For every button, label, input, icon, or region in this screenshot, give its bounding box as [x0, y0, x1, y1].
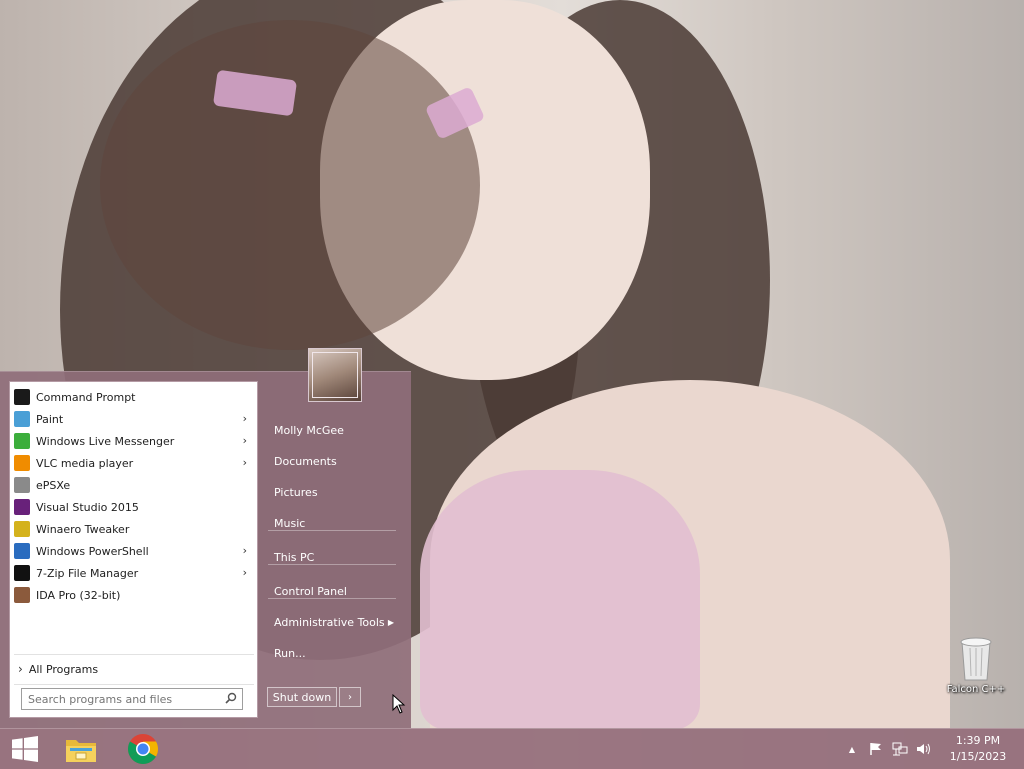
clock-time: 1:39 PM [955, 734, 1001, 747]
search-icon[interactable] [225, 692, 237, 704]
chevron-right-icon: › [242, 434, 247, 447]
program-item[interactable]: Paint › [10, 408, 257, 430]
flag-icon [870, 743, 881, 755]
start-link-item[interactable]: Music [268, 511, 398, 535]
shutdown-options-button[interactable]: › [339, 687, 361, 707]
start-link-label: Documents [274, 454, 337, 468]
program-label: Visual Studio 2015 [36, 500, 139, 514]
chevron-right-icon: › [242, 544, 247, 557]
tray-overflow-button[interactable]: ▲ [844, 729, 860, 769]
divider [14, 654, 254, 655]
chevron-right-icon: › [18, 662, 23, 676]
program-item[interactable]: Windows PowerShell › [10, 540, 257, 562]
program-item[interactable]: ePSXe [10, 474, 257, 496]
vlc-icon [14, 455, 30, 471]
start-link-item[interactable]: Control Panel [268, 579, 398, 603]
start-link-label: This PC [274, 550, 315, 564]
paint-icon [14, 411, 30, 427]
7zip-icon [14, 565, 30, 581]
start-menu-programs-pane: Command Prompt Paint › Windows Live Messeng… [9, 381, 258, 718]
start-link-label: Run... [274, 646, 306, 660]
taskbar-chrome[interactable] [121, 731, 165, 767]
epsxe-icon [14, 477, 30, 493]
program-label: Windows PowerShell [36, 544, 149, 558]
program-label: Winaero Tweaker [36, 522, 130, 536]
start-link-label: Pictures [274, 485, 318, 499]
program-label: IDA Pro (32-bit) [36, 588, 121, 602]
chevron-right-icon: › [242, 412, 247, 425]
start-link-item[interactable]: This PC [268, 545, 398, 569]
tray-action-center[interactable] [866, 729, 886, 769]
shutdown-button[interactable]: Shut down [267, 687, 337, 707]
windows-logo-icon [12, 736, 38, 762]
mouse-cursor-icon [392, 694, 406, 714]
start-link-item[interactable]: Run... [268, 641, 398, 665]
taskbar-file-explorer[interactable] [59, 731, 103, 767]
all-programs-button[interactable]: › All Programs [10, 658, 257, 680]
ida-pro-icon [14, 587, 30, 603]
chevron-right-icon: › [242, 566, 247, 579]
search-input[interactable] [28, 691, 218, 707]
divider [268, 564, 396, 565]
program-label: ePSXe [36, 478, 71, 492]
chevron-right-icon: › [348, 691, 352, 703]
program-item[interactable]: Winaero Tweaker [10, 518, 257, 540]
program-item[interactable]: Visual Studio 2015 [10, 496, 257, 518]
winaero-icon [14, 521, 30, 537]
desktop-icon-label: Falcon C++ [946, 684, 1006, 695]
program-label: Paint [36, 412, 64, 426]
divider [268, 598, 396, 599]
tray-volume[interactable] [914, 729, 934, 769]
program-label: 7-Zip File Manager [36, 566, 139, 580]
start-link-label: Music [274, 516, 306, 530]
start-menu: Command Prompt Paint › Windows Live Messeng… [0, 348, 411, 729]
program-item[interactable]: 7-Zip File Manager › [10, 562, 257, 584]
chevron-right-icon: ▶ [387, 617, 394, 627]
speaker-icon [917, 743, 930, 755]
chrome-icon [127, 734, 159, 765]
start-link-item[interactable]: Administrative Tools ▶ [268, 610, 398, 634]
divider [268, 530, 396, 531]
start-link-label: Administrative Tools [274, 615, 385, 629]
visual-studio-icon [14, 499, 30, 515]
program-label: Command Prompt [36, 390, 136, 404]
command-prompt-icon [14, 389, 30, 405]
powershell-icon [14, 543, 30, 559]
start-link-label: Control Panel [274, 584, 347, 598]
taskbar: ▲ 1:39 PM 1/15/2023 [0, 728, 1024, 769]
taskbar-clock[interactable]: 1:39 PM 1/15/2023 [940, 733, 1016, 765]
user-avatar[interactable] [308, 348, 362, 402]
start-button[interactable] [0, 729, 50, 769]
file-explorer-icon [66, 740, 96, 762]
recycle-bin-icon [960, 637, 992, 681]
start-link-item[interactable]: Pictures [268, 480, 398, 504]
tray-network[interactable] [890, 729, 910, 769]
clock-date: 1/15/2023 [949, 750, 1007, 763]
program-item[interactable]: VLC media player › [10, 452, 257, 474]
user-name-link[interactable]: Molly McGee [268, 418, 398, 442]
messenger-icon [14, 433, 30, 449]
program-label: VLC media player [36, 456, 134, 470]
program-item[interactable]: Windows Live Messenger › [10, 430, 257, 452]
search-box[interactable] [21, 688, 243, 710]
program-item[interactable]: Command Prompt [10, 386, 257, 408]
chevron-right-icon: › [242, 456, 247, 469]
desktop-icon-recycle-bin[interactable]: Falcon C++ [942, 632, 1010, 698]
program-item[interactable]: IDA Pro (32-bit) [10, 584, 257, 606]
start-link-item[interactable]: Documents [268, 449, 398, 473]
network-icon [892, 742, 908, 756]
divider [14, 684, 254, 685]
chevron-up-icon: ▲ [848, 744, 856, 754]
program-label: Windows Live Messenger [36, 434, 175, 448]
all-programs-label: All Programs [28, 662, 99, 676]
